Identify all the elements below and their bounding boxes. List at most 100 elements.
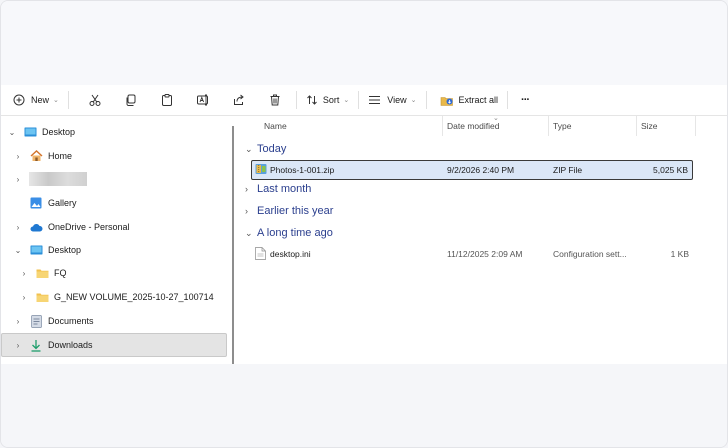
- pane-splitter[interactable]: [232, 126, 234, 364]
- nav-label: Desktop: [48, 245, 82, 255]
- delete-button[interactable]: [262, 88, 288, 112]
- nav-item-gallery[interactable]: Gallery: [29, 192, 77, 214]
- group-label: Earlier this year: [257, 205, 334, 217]
- column-header-date[interactable]: Date modified: [447, 116, 547, 136]
- group-label: Today: [257, 143, 287, 155]
- chevron-right-icon[interactable]: ›: [13, 341, 23, 350]
- chevron-down-icon[interactable]: ⌄: [13, 246, 23, 255]
- file-row-photos-zip[interactable]: Photos-1-001.zip 9/2/2026 2:40 PM ZIP Fi…: [251, 160, 693, 180]
- chevron-down-icon: ⌄: [53, 97, 59, 104]
- copy-button[interactable]: [118, 88, 144, 112]
- column-divider[interactable]: [548, 116, 549, 136]
- more-options-button[interactable]: ···: [515, 88, 535, 112]
- group-header-earlier-this-year[interactable]: › Earlier this year: [245, 201, 333, 221]
- column-header-size[interactable]: Size: [641, 116, 693, 136]
- rename-button[interactable]: [190, 88, 216, 112]
- chevron-down-icon[interactable]: ⌄: [7, 128, 17, 137]
- folder-icon: [35, 266, 49, 280]
- file-name: desktop.ini: [270, 249, 311, 259]
- group-header-last-month[interactable]: › Last month: [245, 179, 311, 199]
- column-header-type[interactable]: Type: [553, 116, 633, 136]
- sort-label: Sort: [322, 95, 340, 105]
- file-size-cell: 1 KB: [670, 249, 689, 259]
- chevron-right-icon: ›: [245, 184, 248, 194]
- nav-item-g-new-volume[interactable]: › G_NEW VOLUME_2025-10-27_100714: [19, 286, 214, 308]
- delete-icon: [268, 93, 282, 107]
- nav-item-home[interactable]: › Home: [13, 145, 72, 167]
- file-row-desktop-ini[interactable]: desktop.ini 11/12/2025 2:09 AM Configura…: [251, 245, 691, 263]
- sort-button[interactable]: Sort ⌄: [300, 88, 355, 112]
- chevron-right-icon[interactable]: ›: [13, 223, 23, 232]
- sort-icon: [306, 94, 318, 106]
- rename-icon: [196, 93, 210, 107]
- nav-item-desktop-root[interactable]: ⌄ Desktop: [7, 121, 75, 143]
- separator: [507, 91, 509, 109]
- blurred-item: [29, 172, 87, 186]
- chevron-down-icon: ⌄: [245, 143, 253, 154]
- nav-label: G_NEW VOLUME_2025-10-27_100714: [54, 292, 214, 302]
- group-header-today[interactable]: ⌄ Today: [245, 139, 286, 159]
- file-name: Photos-1-001.zip: [270, 165, 335, 175]
- nav-item-blurred[interactable]: ›: [13, 168, 87, 190]
- chevron-right-icon[interactable]: ›: [19, 269, 29, 278]
- column-label: Type: [553, 121, 572, 131]
- nav-item-onedrive[interactable]: › OneDrive - Personal: [13, 216, 130, 238]
- nav-item-desktop[interactable]: ⌄ Desktop: [13, 239, 81, 261]
- main-content: ⌄ Desktop › Home › Gallery › OneDrive - …: [1, 115, 727, 364]
- share-icon: [232, 93, 246, 107]
- file-type-cell: ZIP File: [553, 165, 583, 175]
- new-label: New: [31, 95, 50, 105]
- separator: [67, 91, 69, 109]
- cloud-icon: [29, 220, 43, 234]
- nav-label: Desktop: [42, 127, 76, 137]
- group-header-long-time-ago[interactable]: ⌄ A long time ago: [245, 223, 333, 243]
- nav-label: Documents: [48, 316, 94, 326]
- desktop-icon: [23, 125, 37, 139]
- nav-label: FQ: [54, 268, 67, 278]
- chevron-right-icon[interactable]: ›: [19, 293, 29, 302]
- nav-label: OneDrive - Personal: [48, 222, 130, 232]
- group-label: A long time ago: [257, 227, 333, 239]
- cut-icon: [88, 93, 102, 107]
- extract-all-button[interactable]: Extract all: [434, 88, 505, 112]
- column-divider[interactable]: [636, 116, 637, 136]
- documents-icon: [29, 314, 43, 328]
- column-header-name[interactable]: Name: [264, 116, 440, 136]
- column-label: Name: [264, 121, 287, 131]
- cut-button[interactable]: [82, 88, 108, 112]
- new-button[interactable]: New ⌄: [7, 88, 65, 112]
- column-divider[interactable]: [695, 116, 696, 136]
- file-size-cell: 5,025 KB: [653, 165, 688, 175]
- nav-label: Gallery: [48, 198, 77, 208]
- chevron-right-icon[interactable]: ›: [13, 175, 23, 184]
- chevron-right-icon[interactable]: ›: [13, 317, 23, 326]
- status-area: [1, 364, 727, 447]
- chevron-down-icon: ⌄: [410, 97, 417, 104]
- title-area: [1, 1, 727, 85]
- view-button[interactable]: View ⌄: [362, 88, 422, 112]
- plus-circle-icon: [13, 94, 25, 106]
- chevron-right-icon[interactable]: ›: [13, 152, 23, 161]
- chevron-down-icon: ⌄: [245, 227, 253, 238]
- chevron-down-icon: ⌄: [343, 97, 350, 104]
- more-icon: ···: [521, 94, 530, 106]
- chevron-right-icon: ›: [245, 206, 248, 216]
- paste-button[interactable]: [154, 88, 180, 112]
- file-list: ⌄ Name Date modified Type Size ⌄ Today P…: [241, 115, 727, 364]
- file-type-cell: Configuration sett...: [553, 249, 627, 259]
- nav-label: Downloads: [48, 340, 93, 350]
- column-divider[interactable]: [442, 116, 443, 136]
- separator: [425, 91, 427, 109]
- share-button[interactable]: [226, 88, 252, 112]
- file-name-cell: desktop.ini: [255, 245, 311, 263]
- navigation-pane: ⌄ Desktop › Home › Gallery › OneDrive - …: [1, 116, 233, 364]
- nav-item-documents[interactable]: › Documents: [13, 310, 94, 332]
- copy-icon: [124, 93, 138, 107]
- zip-icon: [255, 163, 267, 177]
- command-bar: New ⌄ Sort ⌄ View ⌄ Extract all ···: [1, 85, 727, 116]
- nav-item-fq[interactable]: › FQ: [19, 262, 67, 284]
- file-date-cell: 11/12/2025 2:09 AM: [447, 249, 523, 259]
- nav-item-downloads[interactable]: › Downloads: [1, 333, 227, 357]
- gallery-icon: [29, 196, 43, 210]
- view-icon: [368, 95, 381, 105]
